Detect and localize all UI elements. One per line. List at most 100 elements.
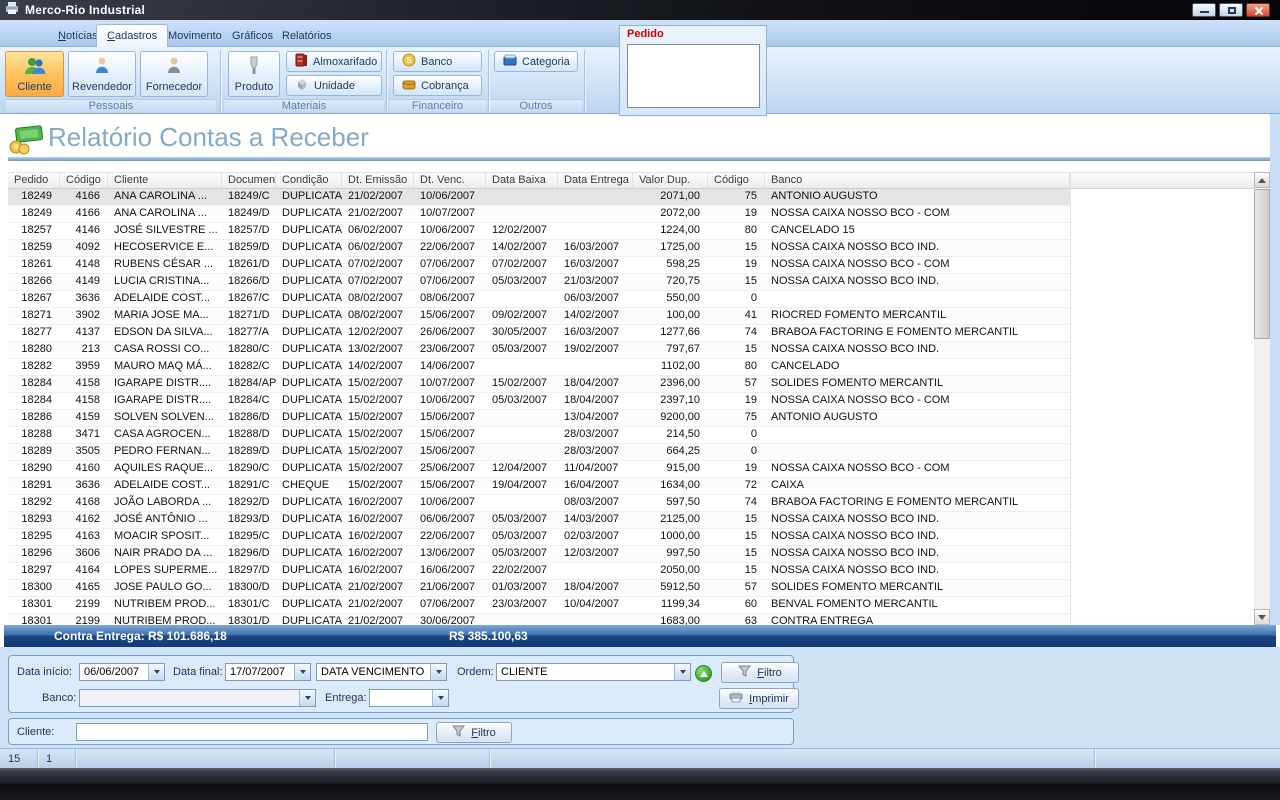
column-header[interactable]: Data Entrega: [558, 173, 633, 188]
minimize-button[interactable]: [1192, 3, 1216, 17]
column-header[interactable]: Código: [708, 173, 765, 188]
entrega-combo[interactable]: [369, 689, 449, 707]
table-cell: 22/02/2007: [486, 563, 558, 579]
table-cell: 18301/D: [222, 614, 276, 625]
table-cell: 10/06/2007: [414, 223, 486, 239]
almoxarifado-button[interactable]: Almoxarifado: [286, 51, 382, 72]
table-cell: 18284/C: [222, 393, 276, 409]
scrollbar-thumb[interactable]: [1254, 189, 1270, 339]
filter-area: Data início: 06/06/2007 Data final: 17/0…: [0, 647, 1280, 748]
column-header[interactable]: Dt. Venc.: [414, 173, 486, 188]
table-row[interactable]: 182904160AQUILES RAQUE...18290/CDUPLICAT…: [8, 461, 1070, 478]
table-row[interactable]: 183004165JOSE PAULO GO...18300/DDUPLICAT…: [8, 580, 1070, 597]
table-row[interactable]: 182614148RUBENS CÉSAR ...18261/DDUPLICAT…: [8, 257, 1070, 274]
table-row[interactable]: 182594092HECOSERVICE E...18259/DDUPLICAT…: [8, 240, 1070, 257]
clients-icon: [23, 56, 47, 79]
table-cell: 15/06/2007: [414, 308, 486, 324]
title-bar[interactable]: Merco-Rio Industrial: [0, 0, 1280, 20]
produto-button[interactable]: Produto: [228, 51, 280, 97]
table-cell: NOSSA CAIXA NOSSO BCO IND.: [765, 563, 1070, 579]
table-cell: 74: [708, 325, 765, 341]
table-cell: 2397,10: [633, 393, 708, 409]
cliente-input[interactable]: [76, 723, 428, 741]
column-header[interactable]: Condição: [276, 173, 342, 188]
table-row[interactable]: 182494166ANA CAROLINA ...18249/CDUPLICAT…: [8, 189, 1070, 206]
pedido-list[interactable]: [627, 44, 760, 108]
chevron-down-icon[interactable]: [674, 664, 690, 680]
tab-relatorios[interactable]: Relatórios: [272, 24, 342, 47]
table-row[interactable]: 183012199NUTRIBEM PROD...18301/DDUPLICAT…: [8, 614, 1070, 625]
table-cell: 0: [708, 444, 765, 460]
chevron-down-icon[interactable]: [148, 664, 164, 680]
table-row[interactable]: 182963606NAIR PRADO DA ...18296/DDUPLICA…: [8, 546, 1070, 563]
table-cell: 07/06/2007: [414, 274, 486, 290]
revendedor-button[interactable]: Revendedor: [68, 51, 136, 97]
data-final-combo[interactable]: 17/07/2007: [225, 663, 311, 681]
close-button[interactable]: [1246, 3, 1270, 17]
table-row[interactable]: 182844158IGARAPE DISTR....18284/APDUPLIC…: [8, 376, 1070, 393]
table-row[interactable]: 182774137EDSON DA SILVA...18277/ADUPLICA…: [8, 325, 1070, 342]
table-row[interactable]: 182924168JOÃO LABORDA ...18292/DDUPLICAT…: [8, 495, 1070, 512]
cobranca-button[interactable]: Cobrança: [393, 75, 482, 96]
table-cell: DUPLICATA: [276, 495, 342, 511]
scroll-down-button[interactable]: [1254, 609, 1270, 625]
table-row[interactable]: 183012199NUTRIBEM PROD...18301/CDUPLICAT…: [8, 597, 1070, 614]
table-cell: 1683,00: [633, 614, 708, 625]
table-row[interactable]: 182954163MOACIR SPOSIT...18295/CDUPLICAT…: [8, 529, 1070, 546]
table-row[interactable]: 182974164LOPES SUPERME...18297/DDUPLICAT…: [8, 563, 1070, 580]
table-cell: LOPES SUPERME...: [108, 563, 222, 579]
table-cell: 4166: [60, 189, 108, 205]
table-row[interactable]: 182574146JOSÉ SILVESTRE ...18257/DDUPLIC…: [8, 223, 1070, 240]
categoria-button[interactable]: Categoria: [494, 51, 578, 72]
tipo-data-combo[interactable]: DATA VENCIMENTO: [316, 663, 447, 681]
table-cell: DUPLICATA: [276, 597, 342, 613]
tab-movimento[interactable]: Movimento: [158, 24, 232, 47]
table-row[interactable]: 18280213CASA ROSSI CO...18280/CDUPLICATA…: [8, 342, 1070, 359]
chevron-down-icon[interactable]: [430, 664, 446, 680]
table-row[interactable]: 182664149LUCIA CRISTINA...18266/DDUPLICA…: [8, 274, 1070, 291]
table-cell: 41: [708, 308, 765, 324]
table-row[interactable]: 182673636ADELAIDE COST...18267/CDUPLICAT…: [8, 291, 1070, 308]
chevron-down-icon[interactable]: [299, 690, 315, 706]
column-header[interactable]: Data Baixa: [486, 173, 558, 188]
cliente-filtro-button[interactable]: Filtro: [436, 722, 512, 743]
table-row[interactable]: 182494166ANA CAROLINA ...18249/DDUPLICAT…: [8, 206, 1070, 223]
table-row[interactable]: 182913636ADELAIDE COST...18291/CCHEQUE15…: [8, 478, 1070, 495]
banco-button[interactable]: S Banco: [393, 51, 482, 72]
vertical-scrollbar[interactable]: [1254, 172, 1270, 625]
column-header[interactable]: Cliente: [108, 173, 222, 188]
scroll-up-button[interactable]: [1254, 172, 1270, 188]
table-cell: 16/02/2007: [342, 546, 414, 562]
chevron-down-icon[interactable]: [432, 690, 448, 706]
column-header[interactable]: Documento: [222, 173, 276, 188]
sort-direction-button[interactable]: [695, 665, 712, 682]
imprimir-button[interactable]: Imprimir: [719, 688, 799, 709]
column-header[interactable]: Banco: [765, 173, 1070, 188]
table-row[interactable]: 182893505PEDRO FERNAN...18289/DDUPLICATA…: [8, 444, 1070, 461]
column-header[interactable]: Código: [60, 173, 108, 188]
column-header[interactable]: Valor Dup.: [633, 173, 708, 188]
table-row[interactable]: 182713902MARIA JOSE MA...18271/DDUPLICAT…: [8, 308, 1070, 325]
table-row[interactable]: 182823959MAURO MAQ MÁ...18282/CDUPLICATA…: [8, 359, 1070, 376]
table-row[interactable]: 182883471CASA AGROCEN...18288/DDUPLICATA…: [8, 427, 1070, 444]
column-header[interactable]: Pedido: [8, 173, 60, 188]
table-row[interactable]: 182934162JOSÉ ANTÔNIO ...18293/DDUPLICAT…: [8, 512, 1070, 529]
unidade-button[interactable]: Unidade: [286, 75, 382, 96]
chevron-down-icon[interactable]: [294, 664, 310, 680]
data-inicio-combo[interactable]: 06/06/2007: [79, 663, 165, 681]
table-row[interactable]: 182864159SOLVEN SOLVEN...18286/DDUPLICAT…: [8, 410, 1070, 427]
fornecedor-button[interactable]: Fornecedor: [140, 51, 208, 97]
table-cell: NOSSA CAIXA NOSSO BCO IND.: [765, 512, 1070, 528]
cliente-button[interactable]: Cliente: [5, 51, 64, 97]
table-cell: 4159: [60, 410, 108, 426]
table-cell: 3471: [60, 427, 108, 443]
column-header[interactable]: Dt. Emissão: [342, 173, 414, 188]
table-row[interactable]: 182844158IGARAPE DISTR....18284/CDUPLICA…: [8, 393, 1070, 410]
table-cell: 15/02/2007: [342, 376, 414, 392]
table-cell: 72: [708, 478, 765, 494]
table-cell: 18284: [8, 393, 60, 409]
ordem-combo[interactable]: CLIENTE: [496, 663, 691, 681]
restore-button[interactable]: [1219, 3, 1243, 17]
banco-combo[interactable]: [79, 689, 316, 707]
filtro-button[interactable]: Filtro: [721, 662, 799, 683]
